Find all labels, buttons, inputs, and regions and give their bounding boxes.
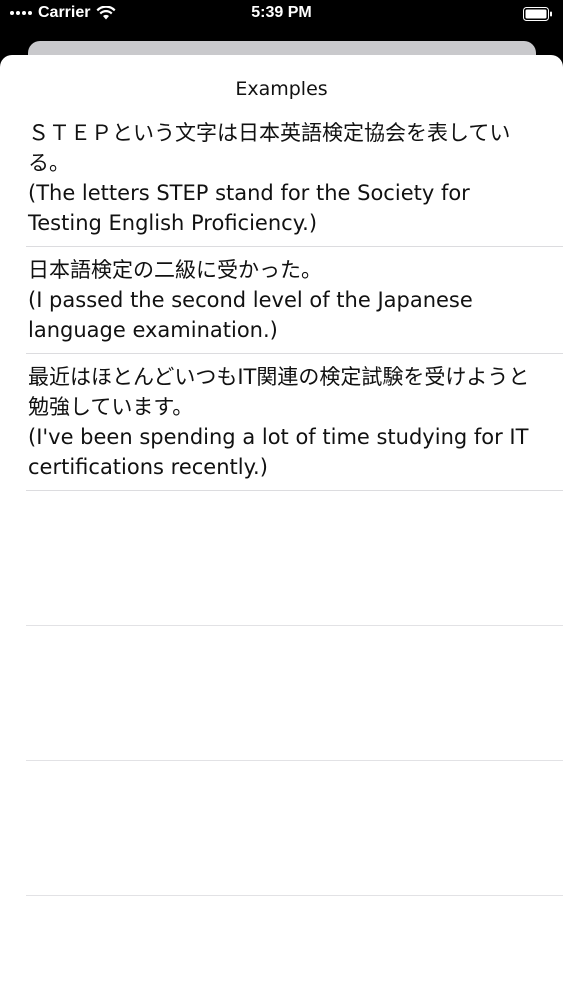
battery-icon (523, 7, 552, 21)
empty-row (26, 761, 563, 896)
example-row[interactable]: ＳＴＥＰという文字は日本英語検定協会を表している。 (The letters S… (0, 110, 563, 246)
empty-row (26, 626, 563, 761)
example-row[interactable]: 最近はほとんどいつもIT関連の検定試験を受けようと勉強しています。 (I've … (0, 354, 563, 490)
example-japanese: 日本語検定の二級に受かった。 (28, 258, 322, 282)
example-row[interactable]: 日本語検定の二級に受かった。 (I passed the second leve… (0, 247, 563, 353)
examples-sheet: Examples ＳＴＥＰという文字は日本英語検定協会を表している。 (The … (0, 55, 563, 1000)
example-english: (The letters STEP stand for the Society … (28, 181, 470, 235)
status-bar: Carrier 5:39 PM (0, 0, 563, 30)
example-english: (I passed the second level of the Japane… (28, 288, 473, 342)
examples-list: ＳＴＥＰという文字は日本英語検定協会を表している。 (The letters S… (0, 110, 563, 896)
example-japanese: 最近はほとんどいつもIT関連の検定試験を受けようと勉強しています。 (28, 365, 530, 419)
example-english: (I've been spending a lot of time studyi… (28, 425, 529, 479)
empty-row (26, 491, 563, 626)
sheet-title: Examples (235, 78, 328, 100)
example-japanese: ＳＴＥＰという文字は日本英語検定協会を表している。 (28, 121, 511, 175)
status-time: 5:39 PM (251, 4, 312, 21)
